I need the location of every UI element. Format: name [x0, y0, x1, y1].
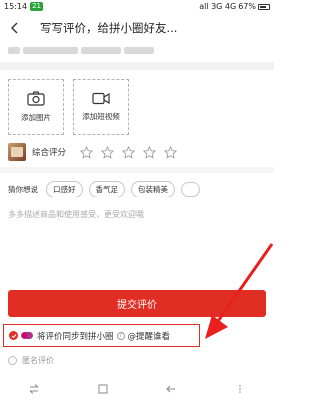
menu-dots-icon[interactable] — [234, 383, 246, 395]
blurred-text — [124, 46, 154, 54]
tag-chip[interactable]: 包装精美 — [131, 181, 175, 197]
camera-icon — [27, 91, 45, 106]
star-icon[interactable] — [101, 145, 115, 159]
chevron-right-icon: › — [205, 331, 209, 341]
battery-level: 67% — [238, 2, 256, 11]
add-video-label: 添加短视频 — [82, 112, 120, 121]
product-name-blurred — [8, 43, 168, 57]
section-divider — [0, 167, 274, 173]
star-icon[interactable] — [143, 145, 157, 159]
page-title: 写写评价，给拼小圈好友... — [40, 21, 178, 35]
star-rating — [80, 145, 178, 159]
status-left: 15:14 21 — [4, 2, 43, 11]
status-time: 15:14 — [4, 2, 28, 11]
add-video-button[interactable]: 添加短视频 — [73, 79, 129, 135]
star-icon[interactable] — [80, 145, 94, 159]
suggestion-tags-row: 猜你想说 口感好 香气足 包装精美 — [8, 181, 274, 197]
blurred-text — [23, 46, 78, 54]
blurred-text — [8, 46, 20, 54]
circle-logo-icon — [21, 332, 33, 339]
submit-review-button[interactable]: 提交评价 — [8, 290, 266, 317]
sync-to-circle-row[interactable]: 将评价同步到拼小圈 ? @提醒谁看 › — [3, 324, 209, 347]
rating-label: 综合评分 — [32, 148, 67, 158]
anonymous-checkbox[interactable] — [8, 356, 17, 365]
add-photo-label: 添加图片 — [21, 113, 51, 122]
overall-rating-row: 综合评分 — [8, 141, 268, 163]
sync-text: 将评价同步到拼小圈 — [37, 331, 114, 342]
blurred-text — [81, 46, 121, 54]
switch-icon[interactable] — [28, 383, 40, 395]
checked-icon[interactable] — [9, 331, 18, 340]
back-arrow-icon[interactable] — [8, 21, 22, 35]
home-square-icon[interactable] — [97, 383, 109, 395]
help-icon[interactable]: ? — [116, 331, 125, 340]
tags-label: 猜你想说 — [8, 184, 38, 194]
network-status: all 3G 4G — [199, 2, 237, 11]
remind-link[interactable]: @提醒谁看 — [128, 330, 171, 342]
system-nav-bar — [0, 378, 274, 400]
status-bar: 15:14 21 all 3G 4G 67% — [0, 0, 274, 13]
header: 写写评价，给拼小圈好友... — [0, 13, 274, 43]
product-thumbnail — [8, 143, 26, 161]
review-text-input[interactable]: 多多描述商品和使用感受，更受欢迎哦 — [8, 209, 144, 220]
back-nav-icon[interactable] — [165, 383, 177, 395]
tag-chip[interactable]: 口感好 — [46, 181, 83, 197]
battery-icon — [258, 3, 270, 10]
add-photo-button[interactable]: 添加图片 — [8, 79, 64, 135]
video-camera-icon — [92, 92, 110, 105]
notification-badge: 21 — [30, 2, 43, 11]
star-icon[interactable] — [164, 145, 178, 159]
tag-chip[interactable]: 香气足 — [88, 181, 125, 197]
star-icon[interactable] — [122, 145, 136, 159]
tag-chip-partial[interactable] — [181, 181, 200, 197]
anonymous-label: 匿名评价 — [22, 356, 54, 365]
section-divider — [0, 62, 274, 70]
anonymous-review-row[interactable]: 匿名评价 — [8, 355, 54, 366]
status-right: all 3G 4G 67% — [199, 2, 270, 11]
